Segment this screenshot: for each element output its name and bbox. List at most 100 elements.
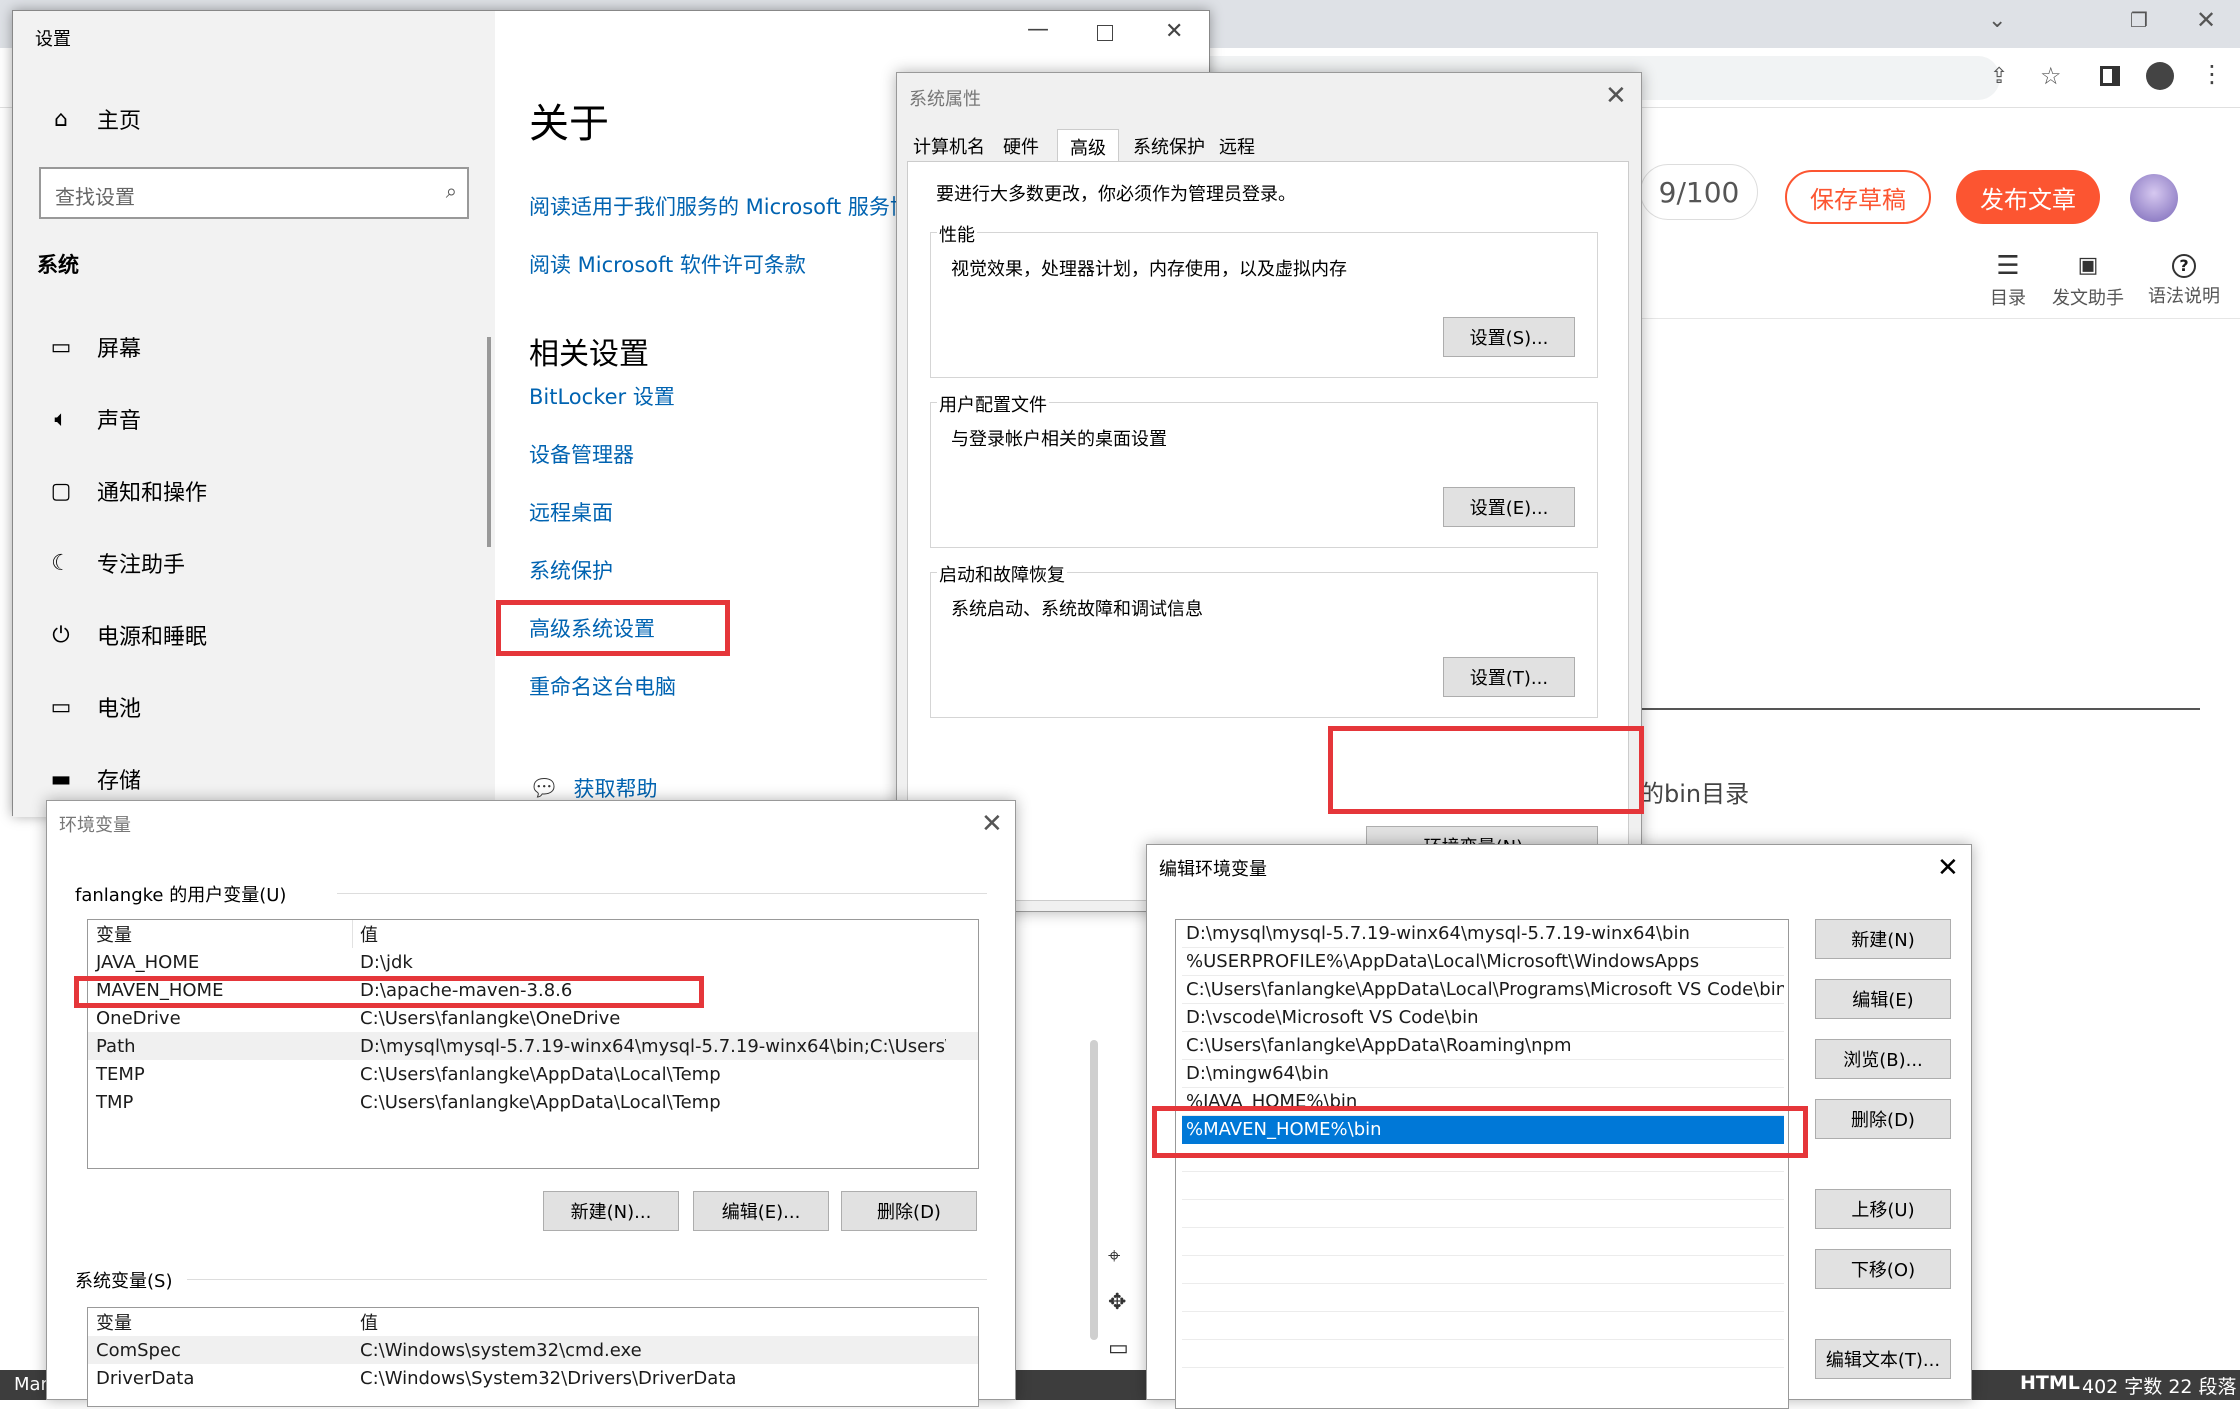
path-list[interactable]: D:\mysql\mysql-5.7.19-winx64\mysql-5.7.1… (1175, 919, 1789, 1409)
table-row[interactable]: TEMP C:\Users\fanlangke\AppData\Local\Te… (88, 1060, 978, 1088)
save-draft-button[interactable]: 保存草稿 (1785, 170, 1931, 224)
nav-battery[interactable]: ▭ 电池 (47, 691, 141, 723)
tool-syntax[interactable]: ? 语法说明 (2142, 252, 2226, 308)
scrollbar[interactable] (1090, 1040, 1098, 1340)
help-link[interactable]: 💬︎ 获取帮助 (529, 773, 657, 803)
word-counter: 9/100 (1640, 164, 1758, 220)
nav-sound[interactable]: 🔈︎ 声音 (47, 403, 141, 435)
var-name: MAVEN_HOME (96, 979, 224, 1001)
list-item-selected[interactable]: %MAVEN_HOME%\bin (1182, 1116, 1784, 1144)
list-item[interactable]: C:\Users\fanlangke\AppData\Local\Program… (1182, 976, 1784, 1004)
user-new-button[interactable]: 新建(N)... (543, 1191, 679, 1231)
tab-hardware[interactable]: 硬件 (997, 131, 1045, 161)
table-row[interactable]: OneDrive C:\Users\fanlangke\OneDrive (88, 1004, 978, 1032)
tool-label: 发文助手 (2052, 288, 2124, 309)
col-var-header[interactable]: 变量 (96, 921, 132, 947)
edit-path-button[interactable]: 编辑(E) (1815, 979, 1951, 1019)
link-bitlocker[interactable]: BitLocker 设置 (529, 381, 675, 411)
user-edit-button[interactable]: 编辑(E)... (693, 1191, 829, 1231)
home-icon: ⌂ (54, 106, 68, 132)
screen-icon[interactable]: ▭ (1108, 1336, 1129, 1361)
taskbar-left-label: Mar (14, 1374, 48, 1395)
browse-path-button[interactable]: 浏览(B)... (1815, 1039, 1951, 1079)
edit-env-dialog: 编辑环境变量 ✕ D:\mysql\mysql-5.7.19-winx64\my… (1146, 844, 1972, 1409)
close-icon[interactable]: ✕ (1165, 19, 1183, 44)
table-row[interactable]: MAVEN_HOME D:\apache-maven-3.8.6 (88, 976, 978, 1004)
new-path-button[interactable]: 新建(N) (1815, 919, 1951, 959)
list-item[interactable]: C:\Users\fanlangke\AppData\Roaming\npm (1182, 1032, 1784, 1060)
link-remote-desktop[interactable]: 远程桌面 (529, 497, 613, 527)
status-html: HTML (2020, 1372, 2080, 1394)
table-row[interactable]: ComSpec C:\Windows\system32\cmd.exe (88, 1336, 978, 1364)
minimize-icon[interactable]: — (1027, 17, 1049, 42)
user-vars-table[interactable]: 变量 值 JAVA_HOME D:\jdk MAVEN_HOME D:\apac… (87, 919, 979, 1169)
empty-row (1182, 1144, 1784, 1172)
table-row[interactable]: JAVA_HOME D:\jdk (88, 948, 978, 976)
nav-display[interactable]: ▭ 屏幕 (47, 331, 141, 363)
user-delete-button[interactable]: 删除(D) (841, 1191, 977, 1231)
tool-label: 语法说明 (2148, 286, 2220, 307)
table-row[interactable]: Path D:\mysql\mysql-5.7.19-winx64\mysql-… (88, 1032, 978, 1060)
list-item[interactable]: D:\mysql\mysql-5.7.19-winx64\mysql-5.7.1… (1182, 920, 1784, 948)
nav-label: 通知和操作 (97, 481, 208, 506)
tool-assistant[interactable]: ▣ 发文助手 (2046, 252, 2130, 310)
list-item[interactable]: D:\mingw64\bin (1182, 1060, 1784, 1088)
nav-power[interactable]: ⏻ 电源和睡眠 (47, 619, 207, 651)
close-icon[interactable]: ✕ (1605, 83, 1627, 109)
share-icon[interactable]: ⇪ (1990, 64, 2008, 89)
publish-button[interactable]: 发布文章 (1956, 170, 2100, 224)
tab-system-protection[interactable]: 系统保护 (1127, 131, 1211, 161)
delete-path-button[interactable]: 删除(D) (1815, 1099, 1951, 1139)
move-down-button[interactable]: 下移(O) (1815, 1249, 1951, 1289)
sidebar-scrollbar[interactable] (487, 337, 491, 547)
close-icon[interactable]: ✕ (2196, 6, 2216, 34)
tool-catalog[interactable]: ☰ 目录 (1986, 252, 2030, 310)
close-icon[interactable]: ✕ (981, 811, 1003, 837)
move-up-button[interactable]: 上移(U) (1815, 1189, 1951, 1229)
status-count: 402 字数 22 段落 (2082, 1376, 2237, 1398)
performance-settings-button[interactable]: 设置(S)... (1443, 317, 1575, 357)
tab-remote[interactable]: 远程 (1213, 131, 1261, 161)
table-row[interactable]: DriverData C:\Windows\System32\Drivers\D… (88, 1364, 978, 1392)
link-rename-pc[interactable]: 重命名这台电脑 (529, 671, 676, 701)
var-name: JAVA_HOME (96, 951, 200, 973)
tab-advanced[interactable]: 高级 (1057, 129, 1119, 163)
profile-settings-button[interactable]: 设置(E)... (1443, 487, 1575, 527)
list-item[interactable]: %USERPROFILE%\AppData\Local\Microsoft\Wi… (1182, 948, 1784, 976)
arrows-icon[interactable]: ✥ (1108, 1290, 1126, 1315)
star-icon[interactable]: ☆ (2040, 62, 2062, 90)
var-value: C:\Users\fanlangke\AppData\Local\Temp (360, 1091, 721, 1113)
link-system-protection[interactable]: 系统保护 (529, 555, 613, 585)
var-value: C:\Users\fanlangke\OneDrive (360, 1007, 621, 1029)
preview-line (1640, 708, 2200, 710)
search-input[interactable]: 查找设置 ⌕ (39, 167, 469, 219)
edit-text-button[interactable]: 编辑文本(T)... (1815, 1339, 1951, 1379)
tab-computer-name[interactable]: 计算机名 (907, 131, 991, 161)
link-license-terms[interactable]: 阅读 Microsoft 软件许可条款 (529, 249, 806, 279)
col-val-header[interactable]: 值 (360, 921, 378, 947)
menu-dots-icon[interactable]: ⋮ (2200, 60, 2224, 88)
nav-home[interactable]: ⌂ 主页 (47, 103, 141, 135)
col-var-header[interactable]: 变量 (96, 1309, 132, 1335)
col-val-header[interactable]: 值 (360, 1309, 378, 1335)
sidepanel-icon[interactable] (2100, 66, 2120, 86)
close-icon[interactable]: ✕ (1937, 855, 1959, 881)
target-icon[interactable]: ⌖ (1108, 1244, 1120, 1269)
table-row[interactable]: TMP C:\Users\fanlangke\AppData\Local\Tem… (88, 1088, 978, 1116)
startup-settings-button[interactable]: 设置(T)... (1443, 657, 1575, 697)
list-item[interactable]: D:\vscode\Microsoft VS Code\bin (1182, 1004, 1784, 1032)
maximize-icon[interactable] (1097, 25, 1113, 41)
chevron-down-icon[interactable]: ⌄ (1988, 8, 2006, 33)
link-advanced-settings[interactable]: 高级系统设置 (529, 613, 655, 643)
sys-vars-table[interactable]: 变量 值 ComSpec C:\Windows\system32\cmd.exe… (87, 1307, 979, 1407)
link-service-agreement[interactable]: 阅读适用于我们服务的 Microsoft 服务协 (529, 191, 911, 221)
empty-row (1182, 1256, 1784, 1284)
nav-focus[interactable]: ☾ 专注助手 (47, 547, 185, 579)
link-device-manager[interactable]: 设备管理器 (529, 439, 634, 469)
profile-icon[interactable] (2146, 62, 2174, 90)
nav-storage[interactable]: ▬ 存储 (47, 763, 141, 795)
list-item[interactable]: %JAVA_HOME%\bin (1182, 1088, 1784, 1116)
restore-icon[interactable]: ❐ (2130, 8, 2148, 32)
nav-notifications[interactable]: ▢ 通知和操作 (47, 475, 207, 507)
avatar[interactable] (2130, 174, 2178, 222)
